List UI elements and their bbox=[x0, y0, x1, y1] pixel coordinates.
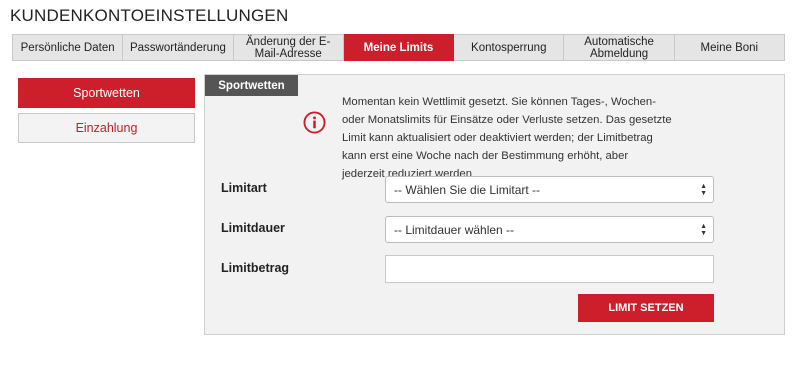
tab-email-aenderung[interactable]: Änderung der E-Mail-Adresse bbox=[233, 34, 344, 61]
limitbetrag-input[interactable] bbox=[385, 255, 714, 283]
page-title: KUNDENKONTOEINSTELLUNGEN bbox=[10, 6, 289, 25]
limits-panel: Sportwetten Momentan kein Wettlimit gese… bbox=[204, 74, 785, 335]
select-arrows-icon: ▲ ▼ bbox=[700, 183, 707, 197]
limitart-select[interactable]: -- Wählen Sie die Limitart -- ▲ ▼ bbox=[385, 176, 714, 203]
limitbetrag-label: Limitbetrag bbox=[221, 261, 290, 275]
limit-setzen-button[interactable]: LIMIT SETZEN bbox=[578, 294, 714, 322]
tab-persoenliche-daten[interactable]: Persönliche Daten bbox=[12, 34, 124, 61]
tab-automatische-abmeldung[interactable]: Automatische Abmeldung bbox=[564, 34, 675, 61]
settings-tabs: Persönliche Daten Passwortänderung Änder… bbox=[12, 34, 785, 61]
info-circle-icon bbox=[303, 111, 326, 134]
sidebar-item-sportwetten[interactable]: Sportwetten bbox=[18, 78, 195, 108]
tab-kontosperrung[interactable]: Kontosperrung bbox=[454, 34, 565, 61]
sidebar-item-einzahlung[interactable]: Einzahlung bbox=[18, 113, 195, 143]
limitdauer-label: Limitdauer bbox=[221, 221, 285, 235]
limitdauer-select[interactable]: -- Limitdauer wählen -- ▲ ▼ bbox=[385, 216, 714, 243]
tab-meine-boni[interactable]: Meine Boni bbox=[674, 34, 785, 61]
limitart-label: Limitart bbox=[221, 181, 267, 195]
tab-passwortaenderung[interactable]: Passwortänderung bbox=[123, 34, 234, 61]
select-arrows-icon: ▲ ▼ bbox=[700, 223, 707, 237]
tab-meine-limits[interactable]: Meine Limits bbox=[343, 34, 455, 61]
info-message: Momentan kein Wettlimit gesetzt. Sie kön… bbox=[342, 96, 672, 180]
panel-tab-sportwetten: Sportwetten bbox=[205, 75, 298, 96]
limitart-select-value: -- Wählen Sie die Limitart -- bbox=[394, 182, 541, 197]
limitdauer-select-value: -- Limitdauer wählen -- bbox=[394, 222, 515, 237]
